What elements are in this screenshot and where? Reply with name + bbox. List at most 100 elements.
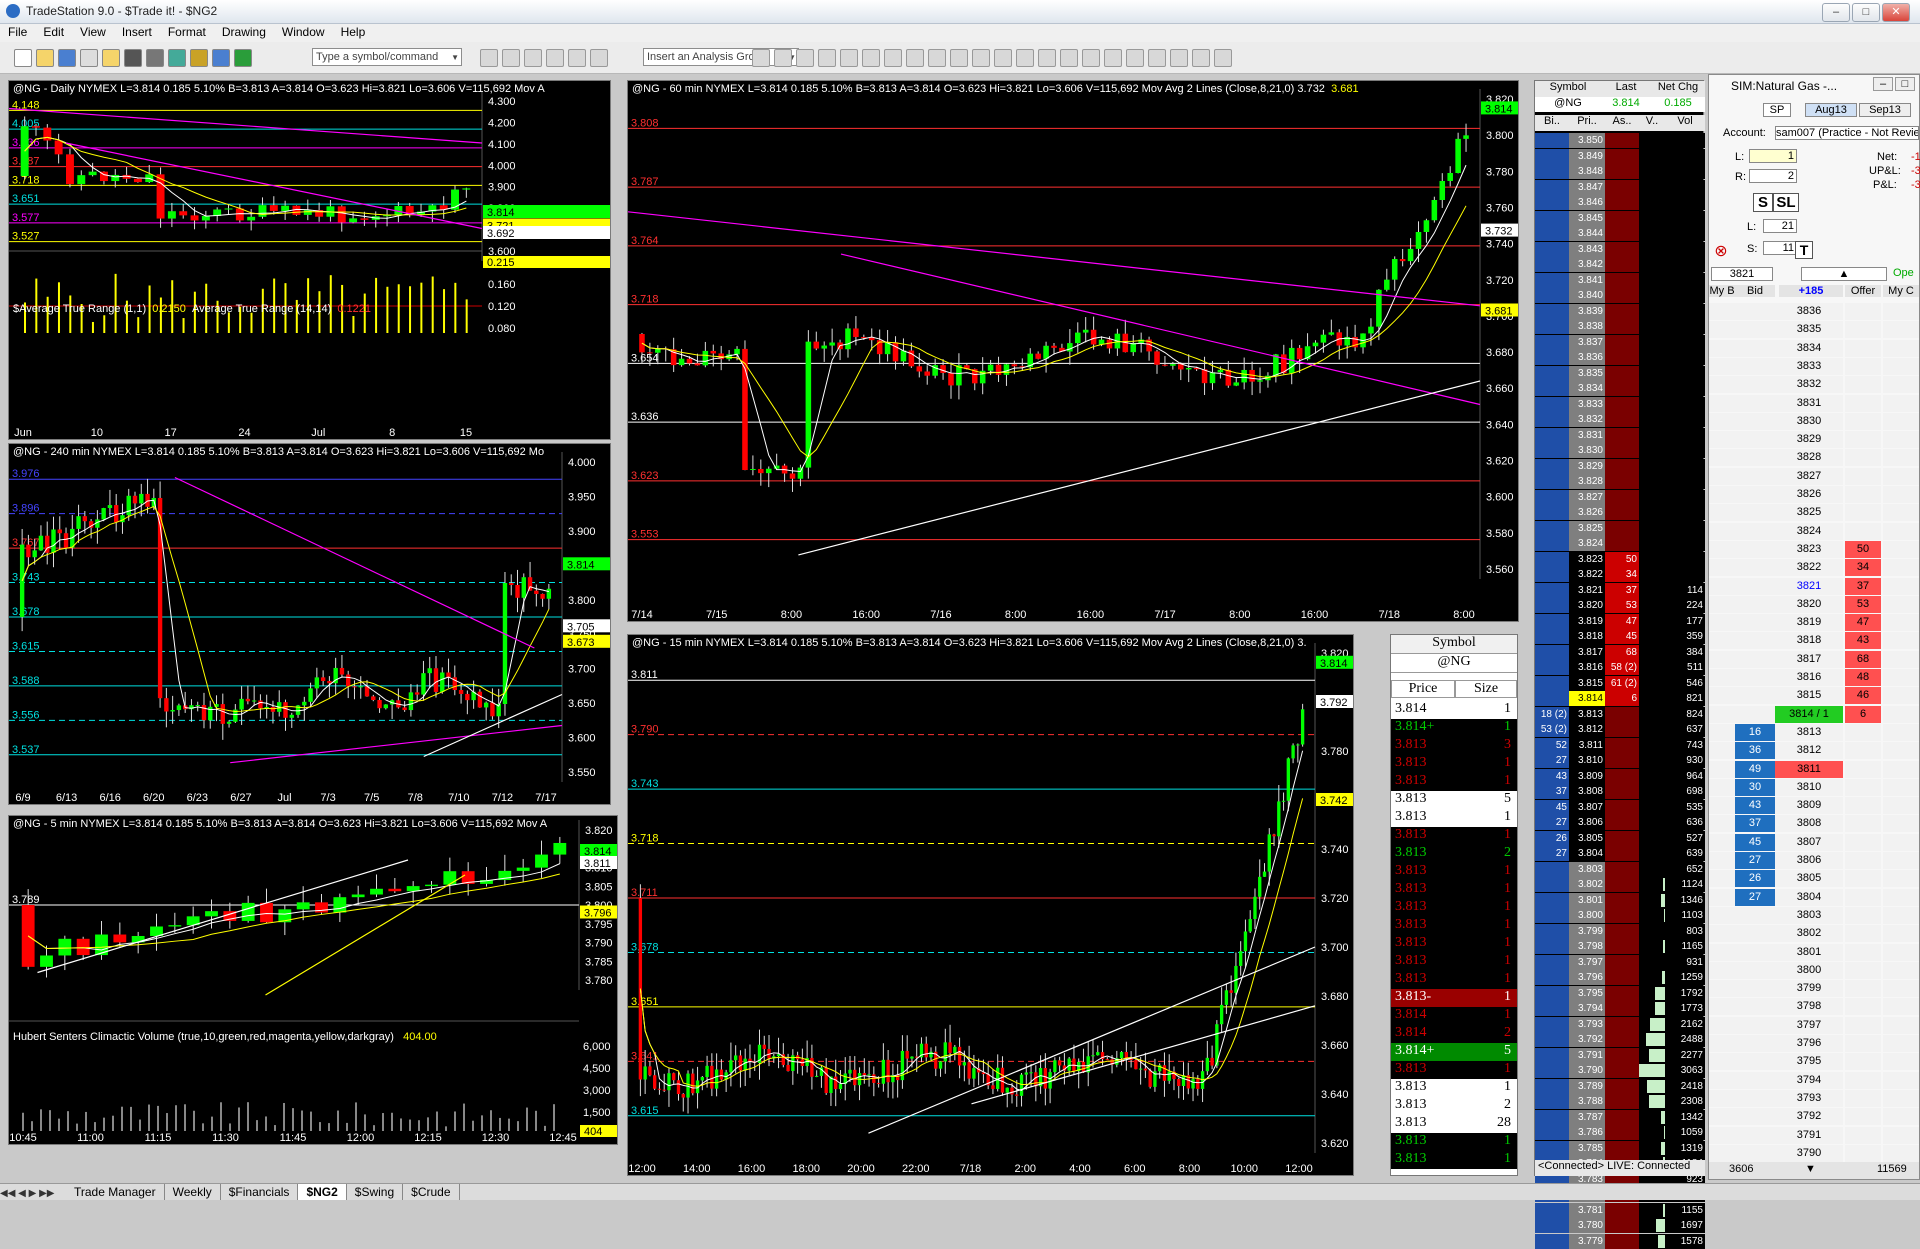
- ladder-row[interactable]: 3.832: [1535, 412, 1705, 427]
- dom-my-offer[interactable]: [1883, 394, 1919, 412]
- dom-my-bid[interactable]: [1709, 614, 1735, 632]
- dom-bid[interactable]: [1735, 522, 1775, 540]
- dom-row[interactable]: 3836: [1709, 303, 1919, 321]
- dom-my-offer[interactable]: [1883, 797, 1919, 815]
- dom-price[interactable]: 3835: [1775, 321, 1843, 339]
- arrow-down-icon[interactable]: [1148, 49, 1166, 67]
- dom-row[interactable]: 3796: [1709, 1035, 1919, 1053]
- dom-my-bid[interactable]: [1709, 504, 1735, 522]
- dom-my-offer[interactable]: [1883, 852, 1919, 869]
- ladder-row[interactable]: 3.801 1346: [1535, 892, 1705, 908]
- dom-my-offer[interactable]: [1883, 614, 1919, 632]
- dom-bid[interactable]: 16: [1735, 723, 1775, 741]
- dom-my-offer[interactable]: [1883, 1089, 1919, 1107]
- dom-bid[interactable]: [1735, 614, 1775, 632]
- dom-recenter-up-button[interactable]: ▲: [1801, 267, 1887, 281]
- dom-my-bid[interactable]: [1709, 431, 1735, 449]
- dom-bid[interactable]: [1735, 961, 1775, 979]
- dom-price[interactable]: 3817: [1775, 650, 1843, 668]
- ts-symbol-value[interactable]: @NG: [1391, 654, 1517, 673]
- sum-icon[interactable]: [774, 49, 792, 67]
- dom-my-bid[interactable]: [1709, 1144, 1735, 1162]
- dom-row[interactable]: 3799: [1709, 980, 1919, 998]
- dom-row[interactable]: 3834: [1709, 339, 1919, 358]
- dom-row[interactable]: 3800: [1709, 961, 1919, 980]
- dom-offer[interactable]: 47: [1845, 614, 1881, 632]
- dom-my-offer[interactable]: [1883, 412, 1919, 430]
- ladder-row[interactable]: 3.792 2488: [1535, 1032, 1705, 1047]
- dom-price[interactable]: 3832: [1775, 376, 1843, 394]
- dom-price[interactable]: 3833: [1775, 357, 1843, 375]
- dom-row[interactable]: 3794: [1709, 1071, 1919, 1090]
- dom-bid[interactable]: [1735, 412, 1775, 430]
- dom-row[interactable]: 3820 53: [1709, 595, 1919, 614]
- dom-my-bid[interactable]: [1709, 797, 1735, 815]
- ladder-row[interactable]: 3.829: [1535, 458, 1705, 474]
- dom-my-bid[interactable]: [1709, 394, 1735, 412]
- dom-my-bid[interactable]: [1709, 1108, 1735, 1126]
- dom-my-offer[interactable]: [1883, 943, 1919, 961]
- dom-bid[interactable]: [1735, 705, 1775, 723]
- menu-view[interactable]: View: [72, 24, 114, 39]
- dom-my-offer[interactable]: [1883, 669, 1919, 686]
- dom-offer[interactable]: [1845, 1071, 1881, 1089]
- dom-row[interactable]: 3790: [1709, 1144, 1919, 1163]
- dom-offer[interactable]: 53: [1845, 595, 1881, 613]
- dom-my-bid[interactable]: [1709, 321, 1735, 339]
- dom-my-bid[interactable]: [1709, 339, 1735, 357]
- dom-price[interactable]: 3798: [1775, 998, 1843, 1016]
- cut-icon[interactable]: [752, 49, 770, 67]
- dom-offer[interactable]: [1845, 980, 1881, 998]
- dom-my-bid[interactable]: [1709, 559, 1735, 577]
- market-depth-ladder[interactable]: Symbol Last Net Chg @NG 3.814 0.185 Bi.. Pri.. A…: [1534, 80, 1705, 1249]
- ladder-row[interactable]: 53 (2) 3.812 637: [1535, 722, 1705, 737]
- dom-bid[interactable]: 49: [1735, 760, 1775, 778]
- dom-row[interactable]: 3828: [1709, 449, 1919, 467]
- dom-my-bid[interactable]: [1709, 1016, 1735, 1034]
- dom-bid[interactable]: [1735, 1016, 1775, 1034]
- dom-offer[interactable]: [1845, 1089, 1881, 1107]
- candle-icon[interactable]: [818, 49, 836, 67]
- pencil-icon[interactable]: [1126, 49, 1144, 67]
- dom-my-bid[interactable]: [1709, 778, 1735, 796]
- dom-offer[interactable]: [1845, 852, 1881, 869]
- dom-price[interactable]: 3821: [1775, 577, 1843, 595]
- dom-offer[interactable]: [1845, 1108, 1881, 1126]
- ladder-row[interactable]: 3.828: [1535, 474, 1705, 489]
- ladder-row[interactable]: 3.831: [1535, 427, 1705, 443]
- maximize-button[interactable]: □: [1852, 3, 1880, 22]
- dom-my-offer[interactable]: [1883, 742, 1919, 760]
- dom-offer[interactable]: [1845, 998, 1881, 1016]
- dom-my-offer[interactable]: [1883, 522, 1919, 540]
- dom-my-bid[interactable]: [1709, 1126, 1735, 1144]
- dom-price[interactable]: 3827: [1775, 467, 1843, 485]
- dom-target-button[interactable]: T: [1795, 241, 1813, 259]
- ladder-row[interactable]: 3.843: [1535, 241, 1705, 257]
- dom-row[interactable]: 37 3808: [1709, 815, 1919, 833]
- dom-my-bid[interactable]: [1709, 687, 1735, 705]
- ladder-row[interactable]: 45 3.807 535: [1535, 799, 1705, 815]
- close-button[interactable]: ✕: [1882, 3, 1910, 22]
- ladder-row[interactable]: 3.827: [1535, 489, 1705, 505]
- tab-financials[interactable]: $Financials: [221, 1184, 299, 1200]
- ladder-row[interactable]: 3.786 1059: [1535, 1125, 1705, 1140]
- ladder-row[interactable]: 3.780 1697: [1535, 1218, 1705, 1233]
- dom-price[interactable]: 3813: [1775, 723, 1843, 741]
- table-icon[interactable]: [524, 49, 542, 67]
- dom-my-bid[interactable]: [1709, 467, 1735, 485]
- dom-row[interactable]: 3793: [1709, 1089, 1919, 1108]
- find-icon[interactable]: [480, 49, 498, 67]
- dom-cancel-all-icon[interactable]: ⊗: [1711, 241, 1731, 261]
- dom-my-bid[interactable]: [1709, 1053, 1735, 1071]
- dom-price[interactable]: 3806: [1775, 852, 1843, 869]
- dom-price[interactable]: 3815: [1775, 687, 1843, 705]
- dom-bid[interactable]: [1735, 431, 1775, 449]
- dom-offer[interactable]: [1845, 1053, 1881, 1071]
- ladder-row[interactable]: 3.825: [1535, 520, 1705, 536]
- dom-price[interactable]: 3818: [1775, 632, 1843, 650]
- dom-my-offer[interactable]: [1883, 321, 1919, 339]
- ladder-row[interactable]: 3.822 34: [1535, 567, 1705, 582]
- time-and-sales-panel[interactable]: Symbol @NG Price Size 3.814 1 3.814+ 1 3.813…: [1390, 634, 1518, 1176]
- ladder-row[interactable]: 3.821 37 114: [1535, 582, 1705, 598]
- link-icon[interactable]: [212, 49, 230, 67]
